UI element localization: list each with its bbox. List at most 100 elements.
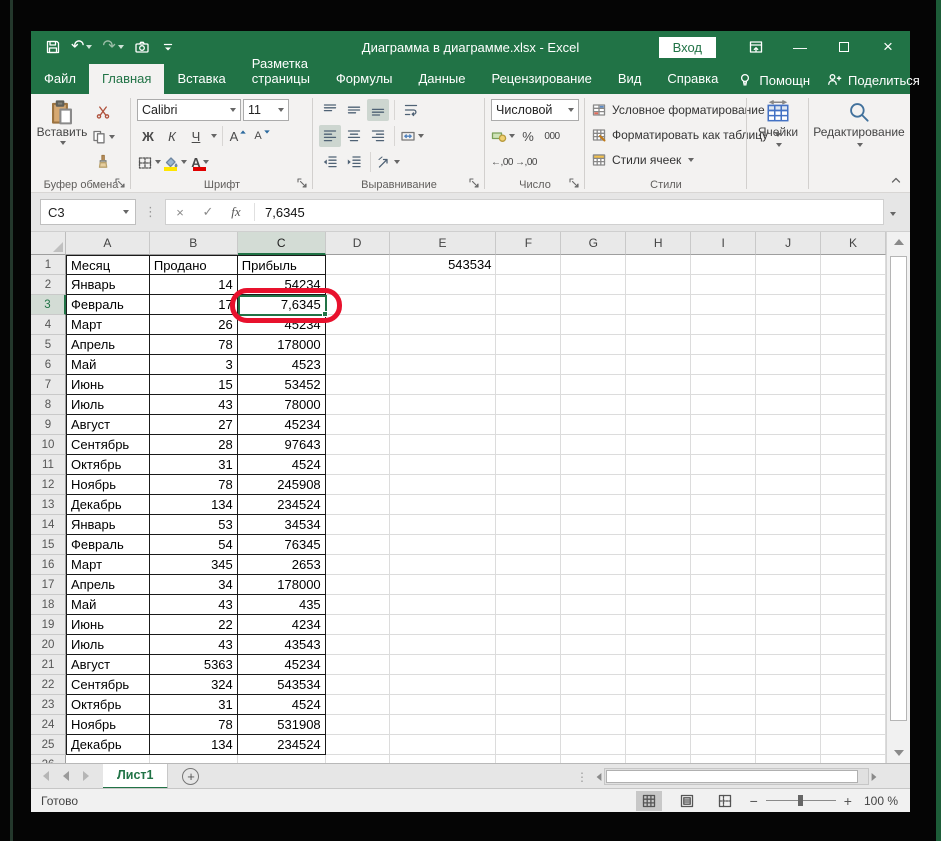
cell-B1[interactable]: Продано	[149, 255, 238, 275]
row-header-1[interactable]: 1	[31, 255, 66, 275]
cell-G15[interactable]	[561, 535, 627, 555]
cell-D5[interactable]	[325, 335, 390, 355]
cell-A5[interactable]: Апрель	[65, 335, 150, 355]
cell-B21[interactable]: 5363	[149, 655, 238, 675]
cell-F16[interactable]	[496, 555, 562, 575]
cell-J24[interactable]	[756, 715, 822, 735]
cell-H13[interactable]	[626, 495, 692, 515]
cell-D2[interactable]	[325, 275, 390, 295]
column-header-C[interactable]: C	[237, 232, 326, 255]
cell-K26[interactable]	[821, 755, 886, 763]
cell-J12[interactable]	[756, 475, 822, 495]
tab-insert[interactable]: Вставка	[164, 64, 238, 94]
cell-I14[interactable]	[691, 515, 757, 535]
row-header-21[interactable]: 21	[31, 655, 66, 675]
cell-F8[interactable]	[496, 395, 562, 415]
cell-H10[interactable]	[626, 435, 692, 455]
cell-E10[interactable]	[389, 435, 497, 455]
cell-F12[interactable]	[496, 475, 562, 495]
cell-G19[interactable]	[561, 615, 627, 635]
cell-C13[interactable]: 234524	[237, 495, 326, 515]
name-box[interactable]: C3	[40, 199, 136, 225]
cell-D23[interactable]	[325, 695, 390, 715]
cell-D8[interactable]	[325, 395, 390, 415]
cell-F4[interactable]	[496, 315, 562, 335]
cell-G11[interactable]	[561, 455, 627, 475]
cell-A14[interactable]: Январь	[65, 515, 150, 535]
cell-G10[interactable]	[561, 435, 627, 455]
cell-H2[interactable]	[626, 275, 692, 295]
cell-A13[interactable]: Декабрь	[65, 495, 150, 515]
formula-input[interactable]: 7,6345	[259, 205, 305, 220]
cell-G2[interactable]	[561, 275, 627, 295]
bold-button[interactable]: Ж	[137, 125, 159, 147]
cell-I26[interactable]	[691, 755, 757, 763]
align-top-button[interactable]	[319, 99, 341, 121]
customize-qat-icon[interactable]	[160, 39, 176, 55]
cancel-button[interactable]: ×	[166, 205, 194, 220]
copy-button[interactable]	[91, 126, 115, 148]
cell-F11[interactable]	[496, 455, 562, 475]
cell-A11[interactable]: Октябрь	[65, 455, 150, 475]
cell-H23[interactable]	[626, 695, 692, 715]
cell-I15[interactable]	[691, 535, 757, 555]
maximize-button[interactable]	[822, 31, 866, 63]
cell-H19[interactable]	[626, 615, 692, 635]
cell-I7[interactable]	[691, 375, 757, 395]
row-header-7[interactable]: 7	[31, 375, 66, 395]
cell-B17[interactable]: 34	[149, 575, 238, 595]
cells-button[interactable]: Ячейки	[749, 97, 807, 147]
cell-H14[interactable]	[626, 515, 692, 535]
cell-H8[interactable]	[626, 395, 692, 415]
cell-J22[interactable]	[756, 675, 822, 695]
cell-G8[interactable]	[561, 395, 627, 415]
cell-H1[interactable]	[626, 255, 692, 275]
cell-J20[interactable]	[756, 635, 822, 655]
cell-H25[interactable]	[626, 735, 692, 755]
percent-style-button[interactable]: %	[517, 125, 539, 147]
column-header-H[interactable]: H	[626, 232, 692, 255]
tab-view[interactable]: Вид	[605, 64, 655, 94]
row-header-18[interactable]: 18	[31, 595, 66, 615]
cell-K9[interactable]	[821, 415, 886, 435]
cell-K16[interactable]	[821, 555, 886, 575]
alignment-dialog-launcher[interactable]	[466, 175, 482, 191]
cell-D4[interactable]	[325, 315, 390, 335]
zoom-out-button[interactable]: −	[750, 793, 758, 809]
row-header-11[interactable]: 11	[31, 455, 66, 475]
cell-E6[interactable]	[389, 355, 497, 375]
cell-G17[interactable]	[561, 575, 627, 595]
row-header-5[interactable]: 5	[31, 335, 66, 355]
cell-G1[interactable]	[561, 255, 627, 275]
cell-B20[interactable]: 43	[149, 635, 238, 655]
cell-C19[interactable]: 4234	[237, 615, 326, 635]
editing-button[interactable]: Редактирование	[811, 97, 907, 147]
cell-F9[interactable]	[496, 415, 562, 435]
cell-C17[interactable]: 178000	[237, 575, 326, 595]
cell-F22[interactable]	[496, 675, 562, 695]
cell-F5[interactable]	[496, 335, 562, 355]
cell-E23[interactable]	[389, 695, 497, 715]
format-as-table-button[interactable]: Форматировать как таблицу	[587, 122, 782, 147]
cell-J7[interactable]	[756, 375, 822, 395]
row-header-2[interactable]: 2	[31, 275, 66, 295]
zoom-level[interactable]: 100 %	[864, 794, 898, 808]
cell-A15[interactable]: Февраль	[65, 535, 150, 555]
cell-G7[interactable]	[561, 375, 627, 395]
cell-F24[interactable]	[496, 715, 562, 735]
grow-font-button[interactable]: A	[228, 125, 250, 147]
cell-I4[interactable]	[691, 315, 757, 335]
cell-B7[interactable]: 15	[149, 375, 238, 395]
cell-K13[interactable]	[821, 495, 886, 515]
cell-H18[interactable]	[626, 595, 692, 615]
cell-B8[interactable]: 43	[149, 395, 238, 415]
italic-button[interactable]: К	[161, 125, 183, 147]
row-header-12[interactable]: 12	[31, 475, 66, 495]
cell-D13[interactable]	[325, 495, 390, 515]
row-header-16[interactable]: 16	[31, 555, 66, 575]
page-layout-view-button[interactable]	[674, 791, 700, 811]
cell-G14[interactable]	[561, 515, 627, 535]
cell-I20[interactable]	[691, 635, 757, 655]
cell-G21[interactable]	[561, 655, 627, 675]
row-header-25[interactable]: 25	[31, 735, 66, 755]
